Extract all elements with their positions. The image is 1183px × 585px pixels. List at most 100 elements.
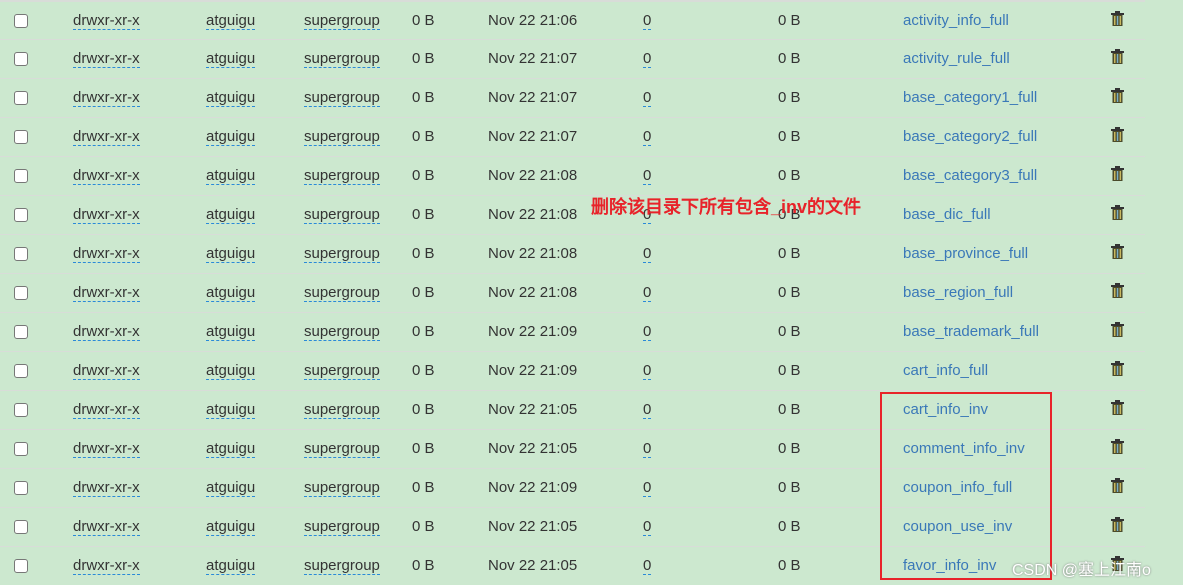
permission[interactable]: drwxr-xr-x: [73, 401, 140, 419]
row-checkbox[interactable]: [14, 520, 28, 534]
replication[interactable]: 0: [643, 479, 652, 497]
replication[interactable]: 0: [643, 323, 652, 341]
replication[interactable]: 0: [643, 89, 652, 107]
permission[interactable]: drwxr-xr-x: [73, 12, 140, 30]
file-name-link[interactable]: base_dic_full: [903, 206, 991, 223]
group[interactable]: supergroup: [304, 401, 380, 419]
trash-icon[interactable]: [1111, 166, 1124, 181]
permission[interactable]: drwxr-xr-x: [73, 557, 140, 575]
file-name-link[interactable]: base_region_full: [903, 284, 1013, 301]
owner[interactable]: atguigu: [206, 479, 256, 497]
trash-icon[interactable]: [1111, 283, 1124, 298]
replication[interactable]: 0: [643, 440, 652, 458]
permission[interactable]: drwxr-xr-x: [73, 128, 140, 146]
group[interactable]: supergroup: [304, 12, 380, 30]
owner[interactable]: atguigu: [206, 362, 256, 380]
group[interactable]: supergroup: [304, 128, 380, 146]
row-checkbox[interactable]: [14, 91, 28, 105]
file-name-link[interactable]: base_trademark_full: [903, 323, 1039, 340]
owner[interactable]: atguigu: [206, 245, 256, 263]
permission[interactable]: drwxr-xr-x: [73, 284, 140, 302]
row-checkbox[interactable]: [14, 14, 28, 28]
group[interactable]: supergroup: [304, 440, 380, 458]
replication[interactable]: 0: [643, 167, 652, 185]
group[interactable]: supergroup: [304, 557, 380, 575]
group[interactable]: supergroup: [304, 245, 380, 263]
row-checkbox[interactable]: [14, 169, 28, 183]
file-name-link[interactable]: base_category1_full: [903, 89, 1037, 106]
permission[interactable]: drwxr-xr-x: [73, 50, 140, 68]
row-checkbox[interactable]: [14, 364, 28, 378]
owner[interactable]: atguigu: [206, 50, 256, 68]
trash-icon[interactable]: [1111, 478, 1124, 493]
permission[interactable]: drwxr-xr-x: [73, 89, 140, 107]
trash-icon[interactable]: [1111, 49, 1124, 64]
permission[interactable]: drwxr-xr-x: [73, 440, 140, 458]
trash-icon[interactable]: [1111, 361, 1124, 376]
group[interactable]: supergroup: [304, 479, 380, 497]
trash-icon[interactable]: [1111, 11, 1124, 26]
trash-icon[interactable]: [1111, 244, 1124, 259]
owner[interactable]: atguigu: [206, 284, 256, 302]
replication[interactable]: 0: [643, 518, 652, 536]
owner[interactable]: atguigu: [206, 440, 256, 458]
owner[interactable]: atguigu: [206, 323, 256, 341]
permission[interactable]: drwxr-xr-x: [73, 323, 140, 341]
permission[interactable]: drwxr-xr-x: [73, 206, 140, 224]
replication[interactable]: 0: [643, 245, 652, 263]
group[interactable]: supergroup: [304, 362, 380, 380]
trash-icon[interactable]: [1111, 322, 1124, 337]
row-checkbox[interactable]: [14, 52, 28, 66]
replication[interactable]: 0: [643, 401, 652, 419]
row-checkbox[interactable]: [14, 325, 28, 339]
row-checkbox[interactable]: [14, 286, 28, 300]
owner[interactable]: atguigu: [206, 89, 256, 107]
trash-icon[interactable]: [1111, 517, 1124, 532]
trash-icon[interactable]: [1111, 127, 1124, 142]
owner[interactable]: atguigu: [206, 206, 256, 224]
trash-icon[interactable]: [1111, 88, 1124, 103]
last-modified: Nov 22 21:09: [488, 479, 578, 496]
row-checkbox[interactable]: [14, 247, 28, 261]
file-name-link[interactable]: base_province_full: [903, 245, 1028, 262]
owner[interactable]: atguigu: [206, 557, 256, 575]
row-checkbox[interactable]: [14, 130, 28, 144]
group[interactable]: supergroup: [304, 89, 380, 107]
permission[interactable]: drwxr-xr-x: [73, 362, 140, 380]
row-checkbox[interactable]: [14, 403, 28, 417]
group[interactable]: supergroup: [304, 50, 380, 68]
permission[interactable]: drwxr-xr-x: [73, 167, 140, 185]
group[interactable]: supergroup: [304, 518, 380, 536]
row-checkbox[interactable]: [14, 442, 28, 456]
row-checkbox[interactable]: [14, 481, 28, 495]
trash-icon[interactable]: [1111, 205, 1124, 220]
owner[interactable]: atguigu: [206, 128, 256, 146]
replication[interactable]: 0: [643, 50, 652, 68]
group[interactable]: supergroup: [304, 206, 380, 224]
row-checkbox[interactable]: [14, 208, 28, 222]
replication[interactable]: 0: [643, 12, 652, 30]
replication[interactable]: 0: [643, 284, 652, 302]
permission[interactable]: drwxr-xr-x: [73, 479, 140, 497]
file-name-link[interactable]: base_category2_full: [903, 128, 1037, 145]
group[interactable]: supergroup: [304, 167, 380, 185]
replication[interactable]: 0: [643, 557, 652, 575]
owner[interactable]: atguigu: [206, 167, 256, 185]
permission[interactable]: drwxr-xr-x: [73, 518, 140, 536]
trash-icon[interactable]: [1111, 439, 1124, 454]
group[interactable]: supergroup: [304, 284, 380, 302]
file-name-link[interactable]: activity_rule_full: [903, 50, 1010, 67]
replication[interactable]: 0: [643, 362, 652, 380]
file-name-link[interactable]: activity_info_full: [903, 12, 1009, 29]
group[interactable]: supergroup: [304, 323, 380, 341]
replication[interactable]: 0: [643, 128, 652, 146]
permission[interactable]: drwxr-xr-x: [73, 245, 140, 263]
owner[interactable]: atguigu: [206, 518, 256, 536]
last-modified: Nov 22 21:05: [488, 557, 578, 574]
file-name-link[interactable]: base_category3_full: [903, 167, 1037, 184]
owner[interactable]: atguigu: [206, 401, 256, 419]
owner[interactable]: atguigu: [206, 12, 256, 30]
file-name-link[interactable]: cart_info_full: [903, 362, 988, 379]
row-checkbox[interactable]: [14, 559, 28, 573]
trash-icon[interactable]: [1111, 400, 1124, 415]
